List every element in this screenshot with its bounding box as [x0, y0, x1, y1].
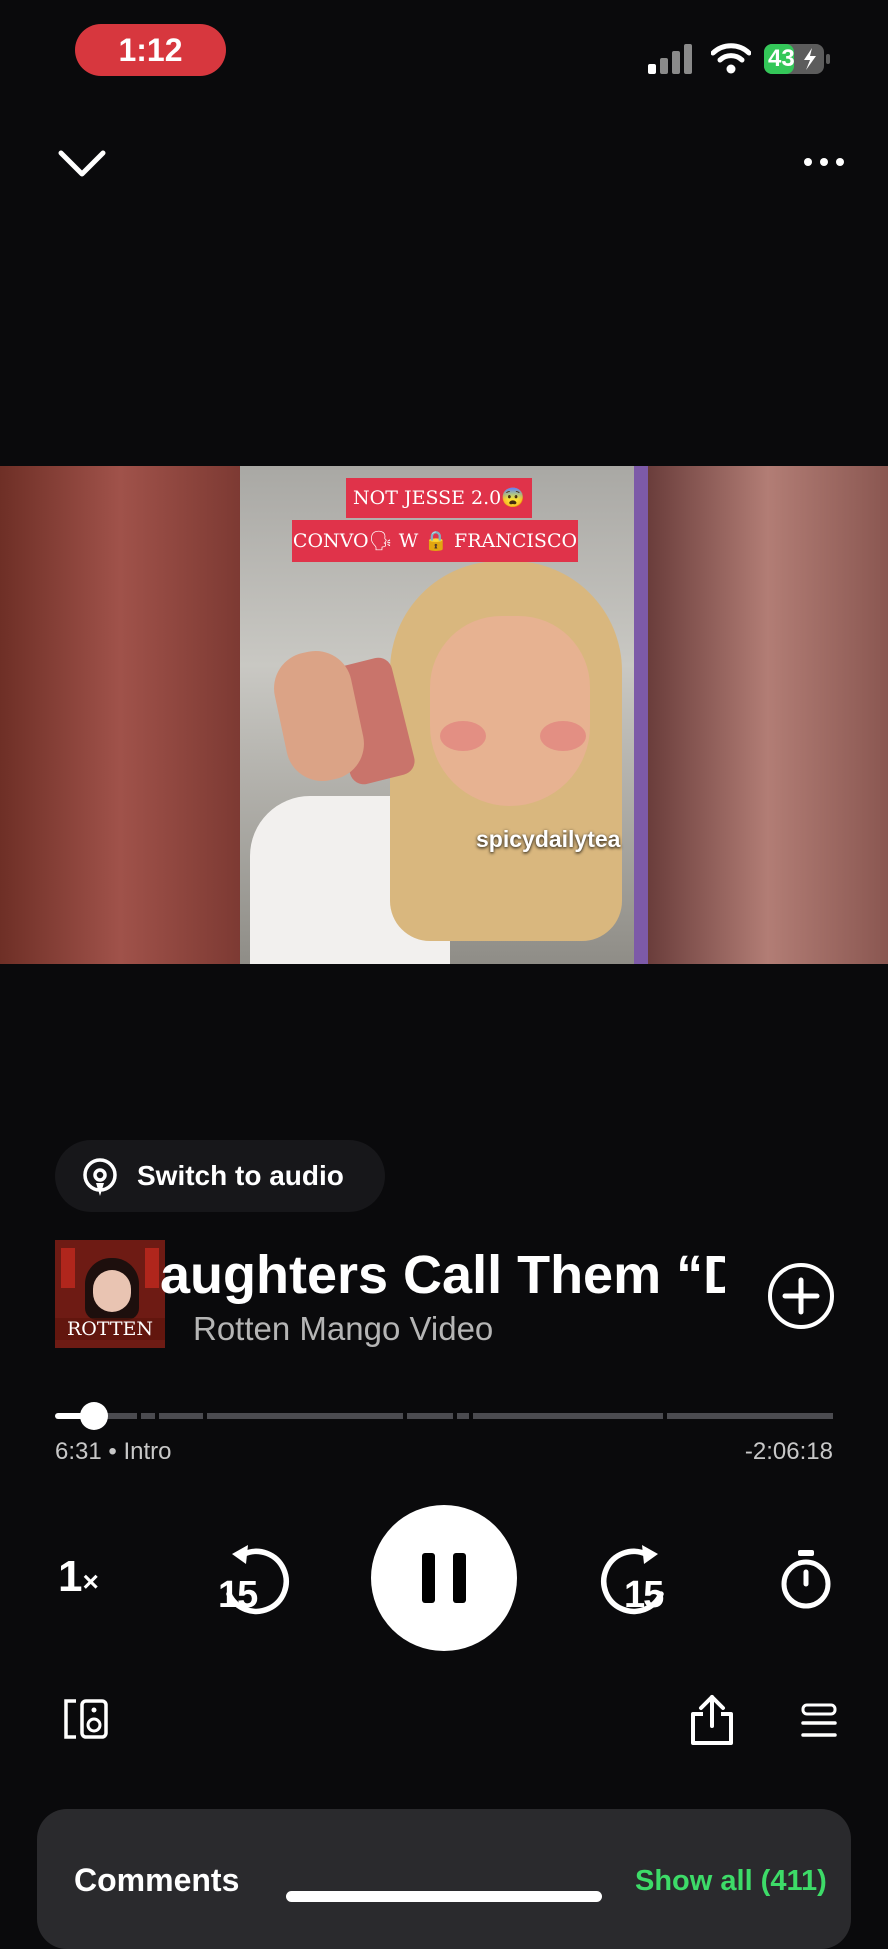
progress-track[interactable] — [55, 1413, 833, 1419]
queue-icon[interactable] — [800, 1703, 838, 1739]
share-icon[interactable] — [689, 1694, 735, 1746]
episode-artwork[interactable]: ROTTEN — [55, 1240, 165, 1348]
video-banner-bottom: CONVO🗣 W 🔒 FRANCISCO — [292, 520, 578, 562]
add-circle-icon[interactable] — [765, 1260, 837, 1332]
battery-level: 43 — [768, 45, 795, 72]
skip-forward-15-button[interactable]: 15 — [596, 1542, 672, 1618]
battery-icon: 43 — [764, 44, 830, 74]
speed-value: 1 — [58, 1552, 83, 1601]
show-name[interactable]: Rotten Mango Video — [193, 1310, 493, 1348]
cellular-signal-icon — [648, 44, 692, 74]
pause-icon — [422, 1553, 466, 1603]
chevron-down-icon[interactable] — [56, 144, 108, 182]
speed-suffix: × — [82, 1566, 99, 1597]
video-face — [430, 616, 590, 806]
switch-to-audio-label: Switch to audio — [137, 1160, 344, 1191]
more-horizontal-icon[interactable] — [802, 150, 846, 174]
forward-seconds: 15 — [624, 1574, 664, 1616]
video-blur-left — [0, 466, 240, 964]
home-indicator[interactable] — [286, 1891, 602, 1902]
video-frame: NOT JESSE 2.0😨 CONVO🗣 W 🔒 FRANCISCO spic… — [240, 466, 648, 964]
elapsed-value: 6:31 — [55, 1438, 102, 1465]
remaining-time: -2:06:18 — [744, 1438, 833, 1465]
track-title-marquee: aughters Call Them “Da — [160, 1238, 725, 1308]
connect-devices-icon[interactable] — [62, 1697, 110, 1741]
show-all-comments-link[interactable]: Show all (411) — [635, 1865, 827, 1898]
progress-knob[interactable] — [80, 1402, 108, 1430]
rewind-seconds: 15 — [218, 1574, 258, 1616]
video-banner-top: NOT JESSE 2.0😨 — [346, 478, 532, 518]
track-title: aughters Call Them “Da — [160, 1245, 725, 1305]
skip-back-15-button[interactable]: 15 — [218, 1542, 294, 1618]
artwork-label: ROTTEN — [55, 1318, 165, 1340]
wifi-icon — [711, 43, 751, 74]
elapsed-time: 6:31 • Intro — [55, 1438, 172, 1465]
video-blur-right — [648, 466, 888, 964]
playback-speed-button[interactable]: 1× — [58, 1552, 99, 1602]
video-watermark: spicydailytea — [476, 826, 621, 852]
chapter-name: Intro — [123, 1438, 172, 1465]
video-player[interactable]: NOT JESSE 2.0😨 CONVO🗣 W 🔒 FRANCISCO spic… — [0, 466, 888, 964]
sleep-timer-icon[interactable] — [778, 1548, 834, 1610]
pause-button[interactable] — [371, 1505, 517, 1651]
comments-title: Comments — [74, 1862, 240, 1898]
podcast-audio-icon — [83, 1158, 117, 1196]
status-time: 1:12 — [118, 32, 183, 68]
